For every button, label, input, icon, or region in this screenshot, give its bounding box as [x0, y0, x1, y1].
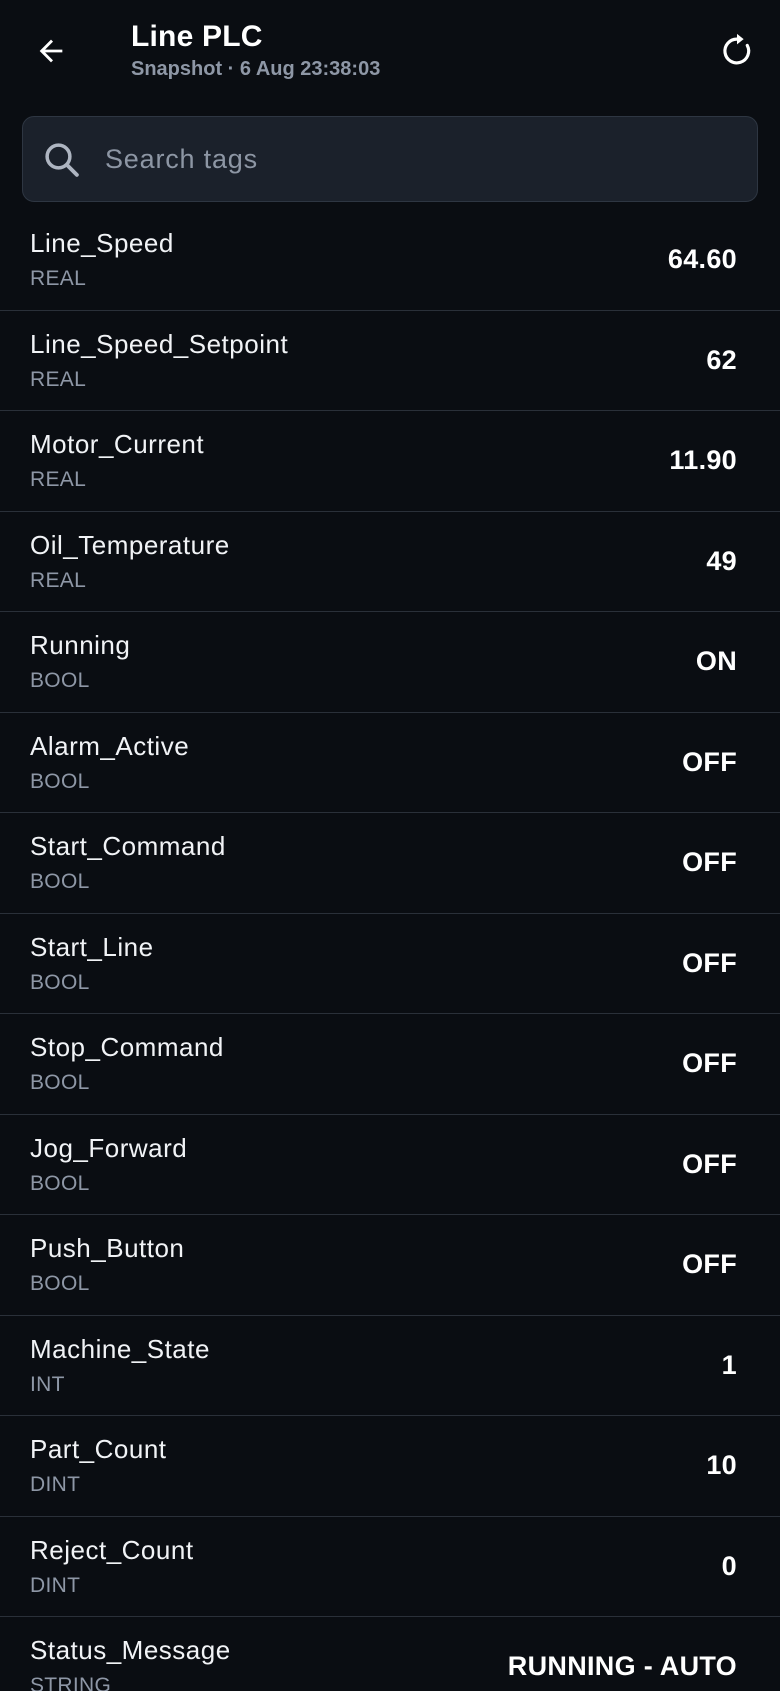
- tag-value: OFF: [682, 1148, 737, 1179]
- tag-name: Machine_State: [30, 1333, 210, 1364]
- page-title: Line PLC: [131, 20, 263, 53]
- tag-row[interactable]: Machine_State INT 1: [0, 1316, 780, 1416]
- tag-row[interactable]: Running BOOL ON: [0, 612, 780, 713]
- tag-row[interactable]: Push_Button BOOL OFF: [0, 1215, 780, 1316]
- tag-row[interactable]: Line_Speed REAL 64.60: [0, 210, 780, 311]
- search-icon: [45, 143, 79, 177]
- tag-value: RUNNING - AUTO: [507, 1651, 737, 1681]
- tag-name: Running: [30, 630, 131, 660]
- tag-row[interactable]: Motor_Current REAL 11.90: [0, 411, 780, 512]
- snapshot-timestamp: Snapshot · 6 Aug 23:38:03: [131, 58, 381, 80]
- tag-row[interactable]: Reject_Count DINT 0: [0, 1517, 780, 1617]
- tag-value: ON: [695, 646, 737, 676]
- tag-row[interactable]: Part_Count DINT 10: [0, 1416, 780, 1517]
- tag-row[interactable]: Status_Message STRING RUNNING - AUTO: [0, 1617, 780, 1691]
- refresh-button[interactable]: [712, 26, 762, 76]
- tag-name: Part_Count: [30, 1434, 167, 1464]
- tag-type: STRING: [30, 1674, 112, 1691]
- tag-row[interactable]: Line_Speed_Setpoint REAL 62: [0, 311, 780, 411]
- tag-type: INT: [30, 1372, 65, 1396]
- tag-type: REAL: [30, 568, 87, 592]
- tag-row[interactable]: Start_Line BOOL OFF: [0, 914, 780, 1014]
- search-bar[interactable]: [22, 116, 758, 202]
- tag-value: OFF: [682, 947, 737, 978]
- tag-value: OFF: [682, 847, 737, 877]
- refresh-icon: [723, 33, 751, 65]
- tag-value: OFF: [682, 1048, 737, 1078]
- tag-type: BOOL: [30, 1071, 90, 1094]
- tag-name: Status_Message: [30, 1635, 231, 1665]
- tag-name: Oil_Temperature: [30, 529, 230, 560]
- tag-value: 1: [721, 1349, 737, 1380]
- tag-name: Start_Command: [30, 831, 226, 861]
- tag-value: 10: [706, 1450, 737, 1480]
- tag-name: Push_Button: [30, 1233, 185, 1263]
- tag-type: DINT: [30, 1473, 81, 1496]
- tag-name: Stop_Command: [30, 1032, 224, 1062]
- tag-value: 62: [706, 344, 737, 375]
- tag-name: Line_Speed_Setpoint: [30, 328, 289, 359]
- tag-type: BOOL: [30, 769, 90, 793]
- tag-row[interactable]: Oil_Temperature REAL 49: [0, 512, 780, 612]
- tag-value: OFF: [682, 746, 737, 777]
- tag-type: BOOL: [30, 669, 90, 692]
- tag-type: REAL: [30, 468, 87, 491]
- arrow-left-icon: [39, 39, 63, 63]
- tag-type: REAL: [30, 267, 87, 290]
- tag-type: DINT: [30, 1573, 81, 1597]
- top-app-bar: Line PLC Snapshot · 6 Aug 23:38:03: [0, 0, 780, 104]
- tag-snapshot-screen: Line PLC Snapshot · 6 Aug 23:38:03 Line_…: [0, 0, 780, 1691]
- tag-value: OFF: [682, 1249, 737, 1279]
- tag-value: 64.60: [667, 244, 737, 274]
- tag-value: 11.90: [669, 445, 737, 475]
- search-input[interactable]: [101, 117, 745, 201]
- tag-row[interactable]: Jog_Forward BOOL OFF: [0, 1115, 780, 1215]
- tag-list: Line_Speed REAL 64.60 Line_Speed_Setpoint RE…: [0, 210, 780, 1691]
- tag-name: Motor_Current: [30, 429, 205, 459]
- tag-value: 49: [706, 545, 737, 576]
- tag-name: Alarm_Active: [30, 730, 190, 761]
- tag-value: 0: [721, 1550, 737, 1581]
- tag-type: REAL: [30, 367, 87, 391]
- tag-name: Jog_Forward: [30, 1132, 188, 1163]
- tag-name: Reject_Count: [30, 1534, 194, 1565]
- tag-row[interactable]: Stop_Command BOOL OFF: [0, 1014, 780, 1115]
- tag-type: BOOL: [30, 970, 90, 994]
- tag-row[interactable]: Start_Command BOOL OFF: [0, 813, 780, 914]
- tag-type: BOOL: [30, 870, 90, 893]
- back-button[interactable]: [26, 26, 76, 76]
- tag-name: Line_Speed: [30, 228, 174, 258]
- tag-type: BOOL: [30, 1171, 90, 1195]
- tag-type: BOOL: [30, 1272, 90, 1295]
- tag-name: Start_Line: [30, 931, 154, 962]
- tag-row[interactable]: Alarm_Active BOOL OFF: [0, 713, 780, 813]
